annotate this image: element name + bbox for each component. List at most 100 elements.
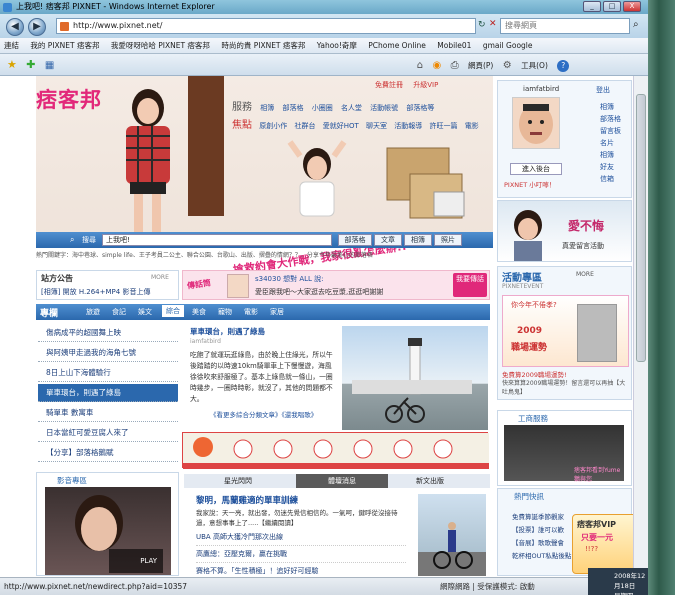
fav-item[interactable]: Mobile01: [437, 41, 471, 50]
user-menu-item[interactable]: 部落格: [600, 113, 621, 125]
column-tab-active[interactable]: 綜合: [162, 305, 184, 317]
news-item[interactable]: UBA 高師大獲冷門那次出線: [196, 532, 406, 546]
fav-item[interactable]: Yahoo!奇摩: [317, 41, 357, 50]
service-item[interactable]: 小圈圈: [312, 104, 333, 112]
column-tab[interactable]: 娛文: [138, 307, 152, 317]
vertical-scrollbar[interactable]: [633, 76, 648, 577]
back-button[interactable]: ◀: [6, 18, 24, 36]
avatar[interactable]: [512, 97, 560, 149]
vip-floating-badge[interactable]: 痞客邦VIP 只要一元 !!??: [572, 514, 638, 574]
news-tab-active[interactable]: 體壇消息: [296, 474, 388, 488]
news-headline[interactable]: 黎明，馬蘭雞適的單車訓練: [196, 494, 298, 506]
service-item[interactable]: 部落格: [282, 104, 303, 112]
column-item[interactable]: 與阿姨甲走過我的海角七號: [38, 344, 178, 362]
user-menu-item[interactable]: 留言板: [600, 125, 621, 137]
column-tab[interactable]: 寵物: [218, 307, 232, 317]
xmas-banner[interactable]: [182, 432, 489, 469]
focus-item[interactable]: 活動報導: [394, 122, 422, 130]
search-tab-article[interactable]: 文章: [374, 234, 402, 246]
hot-news-item[interactable]: 【投票】誰可以歡: [512, 524, 571, 537]
rss-icon[interactable]: ◉: [432, 55, 441, 77]
hot-keywords[interactable]: 熱門關鍵字：海中巷球、simple life、王子考員二公主、聯合公園、台歌山、…: [36, 250, 476, 259]
column-item[interactable]: 8日上山下海體驗行: [38, 364, 178, 382]
love-ad[interactable]: 愛不悔 真愛留言活動: [497, 200, 632, 262]
column-item-active[interactable]: 單車環台，則遇了綠島: [38, 384, 178, 402]
vip-reminder[interactable]: PIXNET 小叮嚀！: [504, 179, 555, 189]
message-user[interactable]: s34030 想對 ALL 說:: [255, 274, 324, 284]
column-tab[interactable]: 美食: [192, 307, 206, 317]
service-item[interactable]: 相簿: [260, 104, 274, 112]
news-item[interactable]: 高鷹總：亞壓克爾，贏在挑戰: [196, 549, 406, 563]
close-button[interactable]: X: [623, 1, 641, 12]
career-fortune-ad[interactable]: 你今年不倦孝? 2009 職場運勢: [502, 295, 629, 367]
article-author[interactable]: iamfatbird: [190, 338, 221, 345]
logout-link[interactable]: 登出: [596, 85, 610, 95]
focus-item[interactable]: 愛就好HOT: [323, 122, 359, 130]
activity-more[interactable]: MORE: [576, 271, 594, 278]
site-search-input[interactable]: 上我吧!: [102, 234, 332, 246]
focus-item[interactable]: 聊天室: [366, 122, 387, 130]
announcement-text[interactable]: [相簿] 開放 H.264+MP4 影音上傳: [41, 287, 150, 297]
column-tab[interactable]: 電影: [244, 307, 258, 317]
hot-news-item[interactable]: 乾杯相OUT私點後點: [512, 550, 571, 563]
focus-item[interactable]: 原創小作: [259, 122, 287, 130]
send-message-button[interactable]: 我要傳話: [453, 273, 487, 297]
column-item[interactable]: 傷病成平的超國舞上映: [38, 324, 178, 342]
column-tab[interactable]: 食記: [112, 307, 126, 317]
announcement-more[interactable]: MORE: [151, 274, 169, 281]
article-more-links[interactable]: 《看更多綜合分類文章》《還我唱歌》: [210, 409, 317, 419]
scrollbar-thumb[interactable]: [636, 94, 646, 362]
maximize-button[interactable]: □: [603, 1, 621, 12]
focus-item[interactable]: 社群台: [294, 122, 315, 130]
search-tab-photo[interactable]: 照片: [434, 234, 462, 246]
fav-item[interactable]: 時尚的貴 PIXNET 痞客邦: [221, 41, 305, 50]
stop-icon[interactable]: ✕: [489, 19, 497, 29]
search-icon[interactable]: ⌕: [633, 19, 639, 30]
user-menu-item[interactable]: 相簿: [600, 101, 621, 113]
help-icon[interactable]: ?: [557, 60, 570, 72]
refresh-icon[interactable]: ↻: [478, 20, 486, 30]
news-photo[interactable]: [418, 494, 486, 576]
user-menu-item[interactable]: 名片: [600, 137, 621, 149]
service-item[interactable]: 名人堂: [341, 104, 362, 112]
user-name[interactable]: iamfatbird: [523, 85, 559, 93]
user-menu-item[interactable]: 信箱: [600, 173, 621, 185]
gear-icon[interactable]: ⚙: [503, 55, 512, 77]
forward-button[interactable]: ▶: [28, 18, 46, 36]
system-tray-clock[interactable]: 2008年12月18日 星期四: [588, 568, 648, 600]
tabs-icon[interactable]: ▦: [45, 55, 54, 77]
favorites-star-icon[interactable]: ★: [7, 54, 17, 76]
print-icon[interactable]: ⎙: [451, 55, 459, 77]
focus-item[interactable]: 電影: [465, 122, 479, 130]
video-thumbnail[interactable]: PLAY: [45, 487, 171, 575]
search-tab-album[interactable]: 相簿: [404, 234, 432, 246]
service-ad[interactable]: 痞客邦看到Yume鵝與您: [504, 425, 624, 483]
news-item[interactable]: 賽格不算。「生性積極」！追好好可經驗: [196, 566, 406, 577]
fav-item[interactable]: 我愛呀呀哈哈 PIXNET 痞客邦: [111, 41, 210, 50]
article-title[interactable]: 單車環台，則遇了綠島: [190, 326, 265, 337]
hot-news-item[interactable]: 免費算誕季節觀家: [512, 511, 571, 524]
news-tab[interactable]: 新文出版: [416, 476, 444, 486]
pixnet-logo-text[interactable]: 痞客邦: [36, 84, 102, 114]
play-button[interactable]: PLAY: [109, 549, 163, 573]
lighthouse-photo[interactable]: [342, 326, 488, 430]
vip-link[interactable]: 升級VIP: [413, 81, 438, 89]
focus-item[interactable]: 許旺一篇: [429, 122, 457, 130]
column-tab[interactable]: 家居: [270, 307, 284, 317]
minimize-button[interactable]: _: [583, 1, 601, 12]
column-item[interactable]: 日本當紅可愛豆腐人來了: [38, 424, 178, 442]
column-item[interactable]: 騎單車 數寓車: [38, 404, 178, 422]
search-tab-blog[interactable]: 部落格: [338, 234, 372, 246]
search-input[interactable]: 搜尋網頁: [500, 18, 630, 34]
home-icon[interactable]: ⌂: [417, 55, 423, 77]
column-item[interactable]: 【分享】部落格鵝賦: [38, 444, 178, 462]
user-menu-item[interactable]: 好友: [600, 161, 621, 173]
register-link[interactable]: 免費註冊: [375, 81, 403, 89]
backend-button[interactable]: 進入後台: [510, 163, 562, 175]
service-item[interactable]: 部落格等: [406, 104, 434, 112]
fav-item[interactable]: PChome Online: [368, 41, 426, 50]
add-favorite-icon[interactable]: ✚: [26, 54, 35, 76]
fav-item[interactable]: 我的 PIXNET 痞客邦: [30, 41, 99, 50]
tools-menu[interactable]: 工具(O): [521, 55, 548, 77]
fav-item[interactable]: gmail Google: [483, 41, 533, 50]
